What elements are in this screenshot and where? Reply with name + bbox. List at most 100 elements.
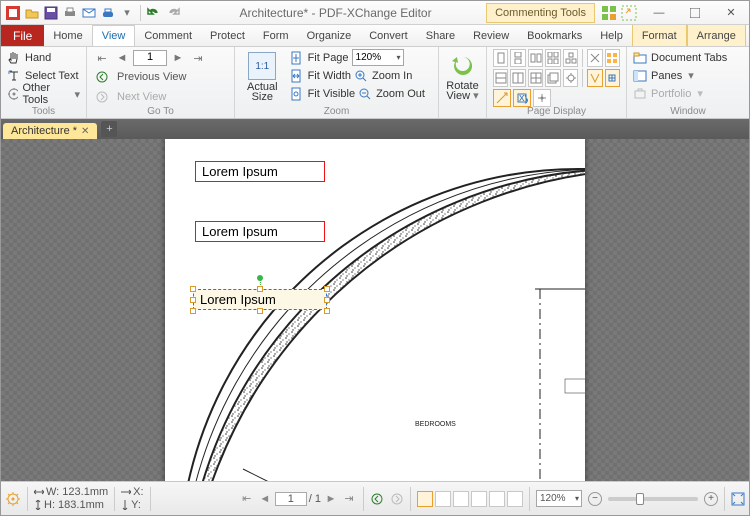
status-height: H: 183.1mm	[44, 499, 104, 511]
pd-rulers-icon[interactable]	[605, 69, 620, 87]
zoom-combo[interactable]: 120%	[352, 49, 404, 66]
panes-button[interactable]: Panes▾	[633, 67, 743, 84]
rotate-view-button[interactable]: RotateView ▾	[440, 49, 484, 105]
document-tabs-button[interactable]: Document Tabs	[633, 49, 743, 66]
resize-handle-ne[interactable]	[324, 286, 330, 292]
sb-layout-1-icon[interactable]	[417, 491, 433, 507]
textbox-3-content[interactable]: Lorem Ipsum	[193, 289, 327, 310]
page-input[interactable]: 1	[133, 50, 167, 66]
portfolio-button[interactable]: Portfolio▾	[633, 85, 743, 102]
menu-protect[interactable]: Protect	[201, 25, 254, 46]
maximize-button[interactable]	[677, 1, 713, 25]
pd-two-icon[interactable]	[528, 49, 543, 67]
tool-other[interactable]: Other Tools▾	[7, 85, 80, 103]
pd-snap3-icon[interactable]	[533, 89, 551, 107]
zoom-in-button[interactable]: Zoom In	[354, 67, 412, 84]
sb-page-input[interactable]: 1	[275, 492, 307, 506]
fit-width-button[interactable]: Fit Width	[290, 67, 351, 84]
ui-options-icon[interactable]	[601, 5, 621, 21]
sb-layout-2-icon[interactable]	[435, 491, 451, 507]
menu-view[interactable]: View	[92, 25, 136, 46]
options-icon[interactable]	[5, 491, 21, 507]
menu-format[interactable]: Format	[632, 25, 687, 46]
close-tab-icon[interactable]: ✕	[81, 126, 89, 137]
undo-icon[interactable]	[146, 5, 162, 21]
sb-zoom-thumb[interactable]	[636, 493, 644, 505]
pd-thumbs-icon[interactable]	[605, 49, 620, 67]
redo-icon[interactable]	[165, 5, 181, 21]
minimize-button[interactable]: —	[641, 1, 677, 25]
sb-zoom-out-icon[interactable]: −	[588, 492, 602, 506]
x-icon	[121, 488, 131, 496]
menu-organize[interactable]: Organize	[298, 25, 361, 46]
pd-split-h-icon[interactable]	[493, 69, 508, 87]
fit-visible-button[interactable]: Fit Visible	[290, 85, 355, 102]
zoom-out-button[interactable]: Zoom Out	[358, 85, 425, 102]
qat-dropdown-icon[interactable]: ▾	[119, 5, 135, 21]
pd-cover-icon[interactable]	[563, 49, 578, 67]
sb-zoom-in-icon[interactable]: +	[704, 492, 718, 506]
fit-page-button[interactable]: Fit Page	[290, 49, 349, 66]
sb-layout-5-icon[interactable]	[489, 491, 505, 507]
textbox-1[interactable]: Lorem Ipsum	[195, 161, 325, 182]
sb-nav-prev-icon: ◄	[257, 491, 273, 507]
pd-snap1-icon[interactable]	[493, 89, 511, 107]
menu-share[interactable]: Share	[417, 25, 464, 46]
find-button[interactable]: Find...	[746, 26, 750, 46]
actual-size-button[interactable]: 1:1 ActualSize	[241, 49, 284, 105]
pd-split-v-icon[interactable]	[510, 69, 525, 87]
sb-layout-4-icon[interactable]	[471, 491, 487, 507]
menu-review[interactable]: Review	[464, 25, 518, 46]
status-x: X:	[133, 486, 143, 498]
resize-handle-se[interactable]	[324, 308, 330, 314]
menu-home[interactable]: Home	[44, 25, 91, 46]
resize-handle-sw[interactable]	[190, 308, 196, 314]
pd-new-win-icon[interactable]	[545, 69, 560, 87]
sb-back-icon[interactable]	[370, 492, 384, 506]
sb-nav-next-icon: ►	[323, 491, 339, 507]
print-icon[interactable]	[62, 5, 78, 21]
sb-layout-6-icon[interactable]	[507, 491, 523, 507]
workspace[interactable]: BEDROOMS LIVING ROOM Lorem Ipsum Lorem I…	[1, 139, 749, 481]
pd-two-cont-icon[interactable]	[545, 49, 560, 67]
group-pagedisplay-label: Page Display	[487, 106, 626, 117]
textbox-2[interactable]: Lorem Ipsum	[195, 221, 325, 242]
pd-settings-icon[interactable]	[563, 69, 578, 87]
menu-convert[interactable]: Convert	[360, 25, 417, 46]
pd-continuous-icon[interactable]	[510, 49, 525, 67]
pd-snap2-icon[interactable]: xy	[513, 89, 531, 107]
menu-help[interactable]: Help	[591, 25, 632, 46]
document-tab[interactable]: Architecture *✕	[3, 123, 97, 139]
file-tab[interactable]: File	[1, 25, 44, 46]
menu-arrange[interactable]: Arrange	[687, 25, 746, 46]
save-icon[interactable]	[43, 5, 59, 21]
tool-hand[interactable]: Hand	[7, 49, 80, 67]
open-icon[interactable]	[24, 5, 40, 21]
prev-view-button[interactable]: Previous View	[93, 67, 228, 87]
pd-gaps-icon[interactable]	[587, 49, 602, 67]
resize-handle-s[interactable]	[257, 308, 263, 314]
menu-comment[interactable]: Comment	[135, 25, 201, 46]
sb-layout-3-icon[interactable]	[453, 491, 469, 507]
add-tab-button[interactable]: +	[101, 121, 117, 137]
resize-handle-w[interactable]	[190, 297, 196, 303]
sb-fullscreen-icon[interactable]	[731, 492, 745, 506]
sb-zoom-combo[interactable]: 120%	[536, 490, 582, 507]
resize-handle-e[interactable]	[324, 297, 330, 303]
pd-guides-icon[interactable]	[587, 69, 602, 87]
sb-page-total: / 1	[309, 493, 321, 505]
resize-handle-nw[interactable]	[190, 286, 196, 292]
quick-launch-icon[interactable]	[621, 5, 641, 21]
scan-icon[interactable]	[100, 5, 116, 21]
menu-bookmarks[interactable]: Bookmarks	[518, 25, 591, 46]
menu-form[interactable]: Form	[254, 25, 298, 46]
pd-split-4-icon[interactable]	[528, 69, 543, 87]
close-button[interactable]: ✕	[713, 1, 749, 25]
sb-zoom-slider[interactable]	[608, 497, 698, 501]
textbox-3-selected[interactable]: Lorem Ipsum	[193, 289, 327, 311]
email-icon[interactable]	[81, 5, 97, 21]
pdf-page[interactable]: BEDROOMS LIVING ROOM Lorem Ipsum Lorem I…	[165, 139, 585, 481]
resize-handle-n[interactable]	[257, 286, 263, 292]
pd-single-icon[interactable]	[493, 49, 508, 67]
nav-prev-icon: ◄	[113, 49, 131, 67]
